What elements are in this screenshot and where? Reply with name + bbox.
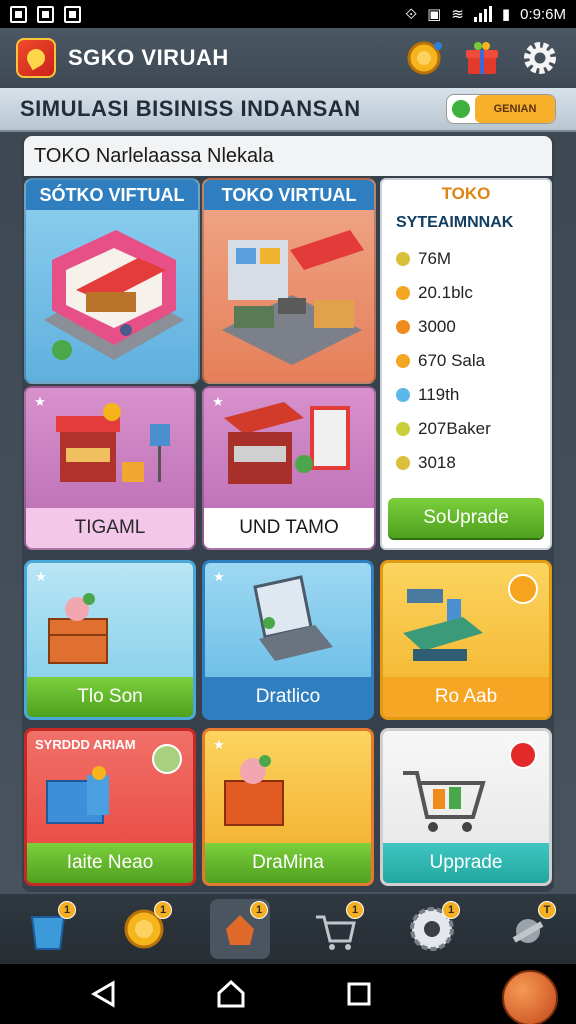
image-icon (64, 5, 81, 23)
card-ro-aab[interactable]: Ro Aab (380, 560, 552, 720)
wifi-icon: ≋ (451, 6, 464, 23)
stat-row: 207Baker (396, 412, 550, 446)
status-time: 0:9:6M (520, 5, 566, 23)
coin-icon (396, 456, 410, 470)
store-interior-icon (222, 230, 364, 365)
notification-badge: 1 (58, 901, 76, 919)
coin-stack-button[interactable] (404, 38, 444, 78)
card-header: SÓTKO VIFTUAL (26, 180, 198, 210)
system-nav-bar (0, 964, 576, 1024)
panel-title: TOKO Narlelaassa Nlekala (24, 136, 552, 176)
coin-icon (396, 286, 410, 300)
stats-heading: TOKO (441, 184, 491, 203)
toggle-knob (447, 95, 475, 123)
gift-icon (466, 42, 498, 74)
assistant-orb-button[interactable] (502, 970, 558, 1024)
notification-badge: T (538, 901, 556, 919)
notification-badge: 1 (346, 901, 364, 919)
gift-button[interactable] (462, 38, 502, 78)
card-virtual-store[interactable]: SÓTKO VIFTUAL (24, 178, 200, 384)
stats-subheading: SYTEAIMNNAK (396, 214, 514, 231)
nav-shop[interactable]: 1 (210, 899, 270, 959)
card-dramina[interactable]: ★ DraMina (202, 728, 374, 886)
stat-row: 3018 (396, 446, 550, 480)
card-label: Tlo Son (27, 677, 193, 717)
app-bar: SGKO VIRUAH (0, 28, 576, 88)
mode-toggle[interactable]: GENIAN (446, 94, 556, 124)
back-icon[interactable] (89, 979, 119, 1009)
store-illustration-icon (44, 230, 184, 360)
card-label: UND TAMO (204, 508, 374, 548)
notification-badge: 1 (250, 901, 268, 919)
card-und-tamo[interactable]: ★ UND TAMO (202, 386, 376, 550)
card-label: DraMina (205, 843, 371, 883)
photo-icon (37, 5, 54, 23)
toggle-label: GENIAN (475, 95, 555, 123)
app-logo (16, 38, 56, 78)
upgrade-button[interactable]: SoUprade (388, 498, 544, 538)
nav-tools[interactable]: T (498, 899, 558, 959)
coin-icon (396, 354, 410, 368)
nav-cart[interactable]: 1 (306, 899, 366, 959)
market-stall-icon (56, 403, 170, 482)
card-upprade[interactable]: Upprade (380, 728, 552, 886)
home-icon[interactable] (216, 979, 246, 1009)
header-title: SIMULASI BISINISS INDANSAN (20, 96, 361, 121)
game-bottom-nav: 1 1 1 1 1 T (0, 894, 576, 964)
vibrate-icon: ⟐ (405, 5, 418, 23)
card-virtual-store-2[interactable]: TOKO VIRTUAL (202, 178, 376, 384)
stat-row: 119th (396, 378, 550, 412)
coin-icon (396, 320, 410, 334)
card-tlo-son[interactable]: ★ Tlo Son (24, 560, 196, 720)
coin-icon (396, 422, 410, 436)
stats-panel: TOKO SYTEAIMNNAK 76M 20.1blc 3000 670 Sa… (380, 178, 552, 550)
shopping-cart-icon (403, 741, 537, 832)
stat-row: 20.1blc (396, 276, 550, 310)
recents-icon[interactable] (344, 979, 374, 1009)
stat-row: 3000 (396, 310, 550, 344)
card-label: Ro Aab (383, 677, 549, 717)
crate-icon (224, 755, 284, 826)
card-iaite-neao[interactable]: SYRDDD ARIAM Iaite Neao (24, 728, 196, 886)
signal-icon (473, 6, 492, 22)
app-title: SGKO VIRUAH (68, 45, 229, 70)
nav-bucket[interactable]: 1 (18, 899, 78, 959)
shop-front-icon (224, 402, 350, 484)
status-bar: ⟐ ▣ ≋ ▮ 0:9:6M (0, 0, 576, 28)
blue-crate-icon (46, 744, 182, 824)
card-label: Dratlico (205, 677, 371, 717)
simulation-header: SIMULASI BISINISS INDANSAN GENIAN (0, 88, 576, 132)
notification-badge: 1 (154, 901, 172, 919)
gem-icon (396, 388, 410, 402)
notification-badge: 1 (442, 901, 460, 919)
card-label: TIGAML (26, 508, 194, 548)
card-label: Iaite Neao (27, 843, 193, 883)
camera-icon: ▣ (427, 6, 442, 23)
nav-settings[interactable]: 1 (402, 899, 462, 959)
card-tigaml[interactable]: ★ TIGAML (24, 386, 196, 550)
nav-coins[interactable]: 1 (114, 899, 174, 959)
stat-row: 76M (396, 242, 550, 276)
gear-icon (524, 42, 556, 74)
coin-stack-icon (407, 41, 442, 75)
stat-row: 670 Sala (396, 344, 550, 378)
notification-icon (10, 5, 27, 23)
crate-icon (48, 593, 108, 664)
coin-icon (396, 252, 410, 266)
card-header: TOKO VIRTUAL (204, 180, 374, 210)
shelf-display-icon (403, 574, 538, 661)
battery-icon: ▮ (501, 6, 511, 23)
card-label: Upprade (383, 843, 549, 883)
laptop-icon (253, 575, 333, 661)
card-dratlico[interactable]: ★ Dratlico (202, 560, 374, 720)
settings-button[interactable] (520, 38, 560, 78)
